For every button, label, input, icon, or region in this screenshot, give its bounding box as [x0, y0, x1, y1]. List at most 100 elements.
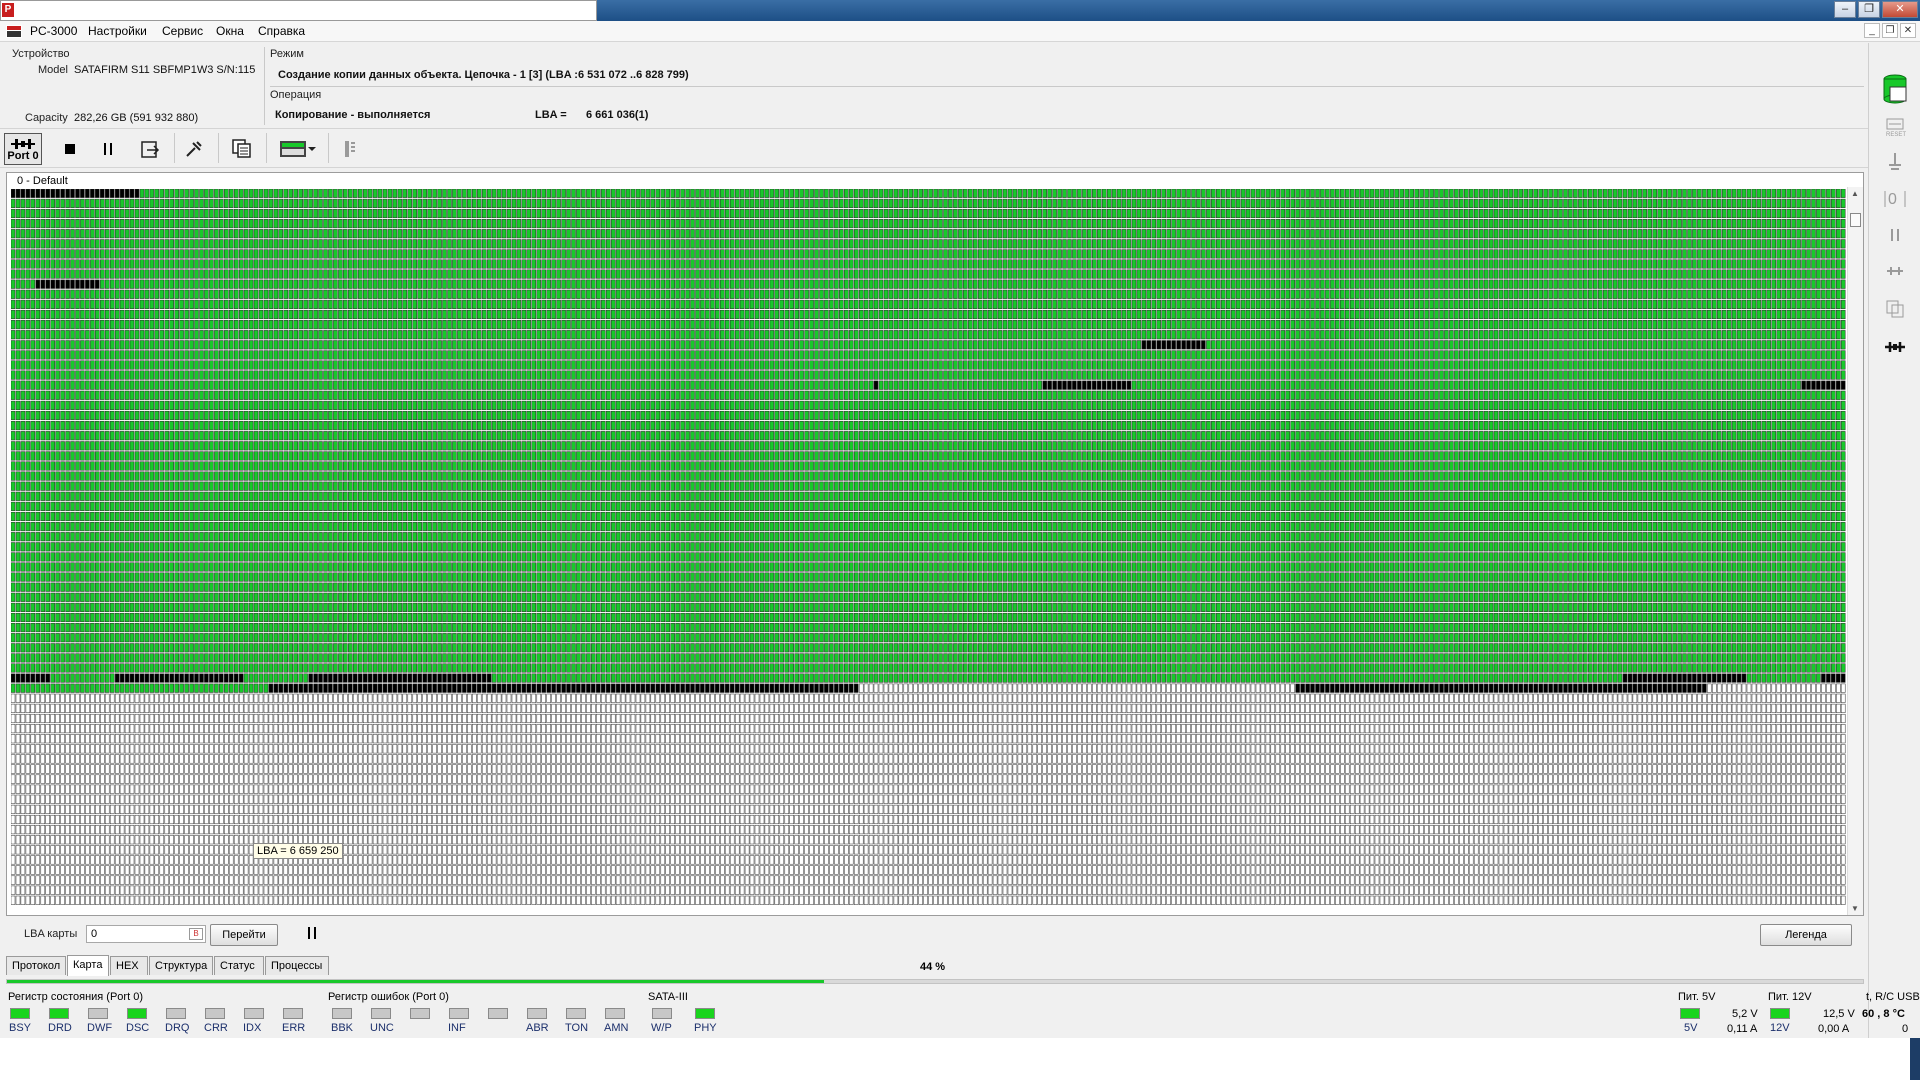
lba-map-input[interactable]: 0 B	[86, 925, 206, 943]
close-icon[interactable]: ✕	[1882, 1, 1918, 18]
led-bbk	[332, 1008, 352, 1019]
temp-extra: 0	[1902, 1023, 1908, 1035]
tab-hex[interactable]: HEX	[110, 956, 148, 975]
info-panel: Устройство Model SATAFIRM S11 SBFMP1W3 S…	[0, 43, 1868, 128]
mode-value: Создание копии данных объекта. Цепочка -…	[278, 69, 689, 81]
led-label-dsc: DSC	[126, 1022, 149, 1034]
zero-icon[interactable]: 0	[1883, 187, 1907, 211]
right-tool-strip: RESET 0	[1868, 43, 1920, 1038]
tab-processes[interactable]: Процессы	[265, 956, 329, 975]
taskbar-edge	[1910, 1038, 1920, 1080]
led-ton	[566, 1008, 586, 1019]
led-blank	[410, 1008, 430, 1019]
pause-button[interactable]	[96, 133, 120, 165]
scroll-thumb[interactable]	[1850, 213, 1861, 227]
led-blank	[488, 1008, 508, 1019]
power12-voltage: 12,5 V	[1823, 1008, 1855, 1020]
mdi-restore-icon[interactable]: ❐	[1882, 23, 1898, 38]
tab-map[interactable]: Карта	[67, 955, 109, 976]
window-buttons: – ❐ ✕	[1834, 1, 1918, 18]
menu-settings[interactable]: Настройки	[88, 24, 147, 38]
sector-map: 0 - Default ▲ ▼ LBA = 6 659 250	[6, 172, 1864, 916]
toolbar-divider	[174, 133, 175, 163]
toolbar: Port 0	[0, 128, 1868, 168]
svg-text:RESET: RESET	[1886, 132, 1906, 137]
scroll-up-icon[interactable]: ▲	[1851, 189, 1859, 198]
port-connect-icon[interactable]	[1883, 335, 1907, 359]
led-crr	[205, 1008, 225, 1019]
reset-icon[interactable]: RESET	[1883, 113, 1907, 137]
device-section-label: Устройство	[12, 48, 70, 60]
stop-button[interactable]	[58, 133, 82, 165]
map-scrollbar[interactable]: ▲ ▼	[1847, 187, 1863, 915]
scroll-down-icon[interactable]: ▼	[1851, 904, 1859, 913]
legend-button[interactable]: Легенда	[1760, 924, 1852, 946]
led-amn	[605, 1008, 625, 1019]
sata-title: SATA-III	[648, 991, 688, 1003]
pause-side-icon[interactable]	[1883, 223, 1907, 247]
power5-current: 0,11 A	[1727, 1023, 1757, 1035]
error-register-title: Регистр ошибок (Port 0)	[328, 991, 449, 1003]
mdi-close-icon[interactable]: ✕	[1900, 23, 1916, 38]
led-idx	[244, 1008, 264, 1019]
go-button[interactable]: Перейти	[210, 924, 278, 946]
led-inf	[449, 1008, 469, 1019]
copy-off-icon[interactable]	[1883, 297, 1907, 321]
led-label-idx: IDX	[243, 1022, 261, 1034]
export-icon	[139, 138, 161, 160]
copy-icon	[231, 138, 253, 160]
led-drd	[49, 1008, 69, 1019]
stop-icon	[64, 143, 76, 155]
minimize-icon[interactable]: –	[1834, 1, 1856, 18]
mode-divider	[270, 86, 1864, 87]
capacity-value: 282,26 GB (591 932 880)	[74, 112, 198, 124]
calc-icon[interactable]: B	[189, 928, 203, 940]
tab-status[interactable]: Статус	[214, 956, 264, 975]
mode-label: Режим	[270, 48, 304, 60]
menu-help[interactable]: Справка	[258, 24, 305, 38]
restore-icon[interactable]: ❐	[1858, 1, 1880, 18]
toolbar-divider	[266, 133, 267, 163]
led-label-dwf: DWF	[87, 1022, 112, 1034]
led-label-inf: INF	[448, 1022, 466, 1034]
led-label-wp: W/P	[651, 1022, 672, 1034]
power-pin-icon[interactable]	[1883, 151, 1907, 175]
map-mode-dropdown[interactable]	[274, 133, 322, 165]
toolbar-divider	[218, 133, 219, 163]
menu-service[interactable]: Сервис	[162, 24, 203, 38]
power12-led-label: 12V	[1770, 1022, 1790, 1034]
status-bar: Регистр состояния (Port 0) BSY DRD DWF DSC D…	[0, 988, 1868, 1038]
lba-tooltip: LBA = 6 659 250	[253, 843, 343, 859]
pause-icon	[306, 926, 318, 940]
export-button[interactable]	[136, 133, 164, 165]
mdi-minimize-icon[interactable]: _	[1864, 23, 1880, 38]
copy-button[interactable]	[228, 133, 256, 165]
operation-label: Операция	[270, 89, 321, 101]
mdi-buttons: _ ❐ ✕	[1864, 23, 1916, 38]
menu-pc3000[interactable]: PC-3000	[30, 24, 77, 38]
led-label-phy: PHY	[694, 1022, 717, 1034]
power5-title: Пит. 5V	[1678, 991, 1715, 1003]
led-wp	[652, 1008, 672, 1019]
menu-windows[interactable]: Окна	[216, 24, 244, 38]
disabled-tool-button[interactable]	[336, 133, 362, 165]
port-button[interactable]: Port 0	[4, 133, 42, 165]
window-title-field: P	[0, 0, 597, 21]
tab-structure[interactable]: Структура	[149, 956, 213, 975]
sector-grid[interactable]	[11, 189, 1847, 913]
led-bsy	[10, 1008, 30, 1019]
disk-stack-icon[interactable]	[1880, 73, 1910, 107]
info-divider	[264, 47, 265, 125]
led-abr	[527, 1008, 547, 1019]
chevron-down-icon	[307, 145, 317, 153]
port-label: Port 0	[7, 151, 38, 162]
tools-button[interactable]	[180, 133, 208, 165]
led-drq	[166, 1008, 186, 1019]
port-off-icon[interactable]	[1883, 259, 1907, 283]
led-label-bbk: BBK	[331, 1022, 353, 1034]
power12-current: 0,00 A	[1818, 1023, 1849, 1035]
tab-protocol[interactable]: Протокол	[6, 956, 66, 975]
model-value: SATAFIRM S11 SBFMP1W3 S/N:115	[74, 64, 262, 76]
map-pause-button[interactable]	[306, 926, 318, 943]
pause-icon	[102, 142, 114, 156]
